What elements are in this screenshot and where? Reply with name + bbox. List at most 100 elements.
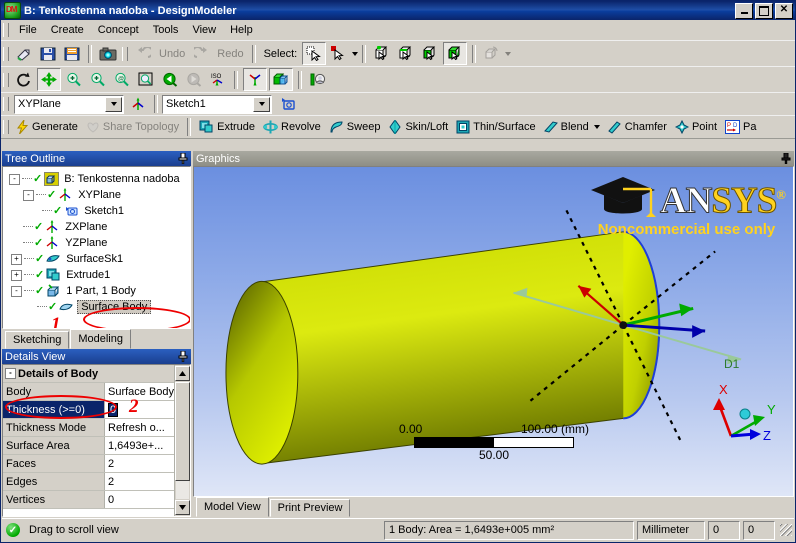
plane-select-chevron-down-icon[interactable] (105, 96, 122, 112)
pin-icon[interactable] (178, 351, 188, 362)
generate-button[interactable]: Generate (12, 117, 82, 137)
previous-view-icon[interactable] (159, 69, 181, 90)
zoom-to-fit-icon[interactable]: @ (111, 69, 133, 90)
resize-grip[interactable] (780, 524, 792, 536)
tree-outline-panel[interactable]: - ✓ B: Tenkostenna nadoba - ✓ XYPlane ✓ … (2, 166, 191, 329)
tree-item-yzplane[interactable]: ✓ YZPlane (7, 235, 188, 251)
zoom-icon[interactable] (63, 69, 85, 90)
save-icon[interactable] (37, 43, 59, 64)
image-capture-icon[interactable] (97, 43, 119, 64)
tree-expander[interactable]: - (9, 173, 20, 185)
sketch-select-chevron-down-icon[interactable] (253, 96, 270, 112)
undo-label[interactable]: Undo (155, 48, 189, 60)
point-button[interactable]: Point (671, 117, 721, 137)
new-icon[interactable] (13, 43, 35, 64)
redo-label[interactable]: Redo (213, 48, 247, 60)
scrollbar-track[interactable] (176, 481, 190, 499)
scroll-up-icon[interactable] (175, 366, 190, 381)
select-faces-icon[interactable] (419, 43, 441, 64)
details-group-row[interactable]: - Details of Body (3, 365, 175, 383)
table-row[interactable]: Edges 2 (3, 473, 175, 491)
box-zoom-icon[interactable] (87, 69, 109, 90)
menu-gripper[interactable] (3, 22, 9, 37)
select-mode-box-icon[interactable] (328, 43, 350, 64)
pin-icon[interactable] (781, 153, 791, 164)
select-bodies-icon[interactable] (443, 42, 468, 65)
redo-icon[interactable] (190, 43, 212, 64)
tree-expander[interactable]: + (11, 253, 22, 265)
tree-item-model[interactable]: - ✓ B: Tenkostenna nadoba (7, 171, 188, 187)
chamfer-button[interactable]: Chamfer (604, 117, 671, 137)
table-row[interactable]: Faces 2 (3, 455, 175, 473)
details-scrollbar[interactable] (174, 365, 190, 516)
details-group-expander[interactable]: - (5, 368, 16, 379)
extend-selection-icon[interactable] (481, 43, 503, 64)
tree-item-sketch1[interactable]: ✓ Sketch1 (7, 203, 188, 219)
sweep-button[interactable]: Sweep (325, 117, 385, 137)
display-model-icon[interactable] (269, 68, 293, 91)
save-as-icon[interactable] (61, 43, 83, 64)
details-value[interactable]: Refresh o... (105, 419, 175, 436)
table-row[interactable]: Vertices 0 (3, 491, 175, 509)
table-row[interactable]: Body Surface Body (3, 383, 175, 401)
magnify-icon[interactable] (135, 69, 157, 90)
tree-expander[interactable]: - (11, 285, 22, 297)
graphics-viewport[interactable]: D1 ANSYS® Noncommercial use only 0.00 10… (193, 166, 794, 497)
details-value[interactable]: 0 (105, 491, 175, 508)
menu-item-file[interactable]: File (12, 22, 44, 38)
tree-item-part-body[interactable]: - ✓ 1 Part, 1 Body (7, 283, 188, 299)
select-mode-dropdown-icon[interactable] (352, 51, 359, 56)
select-edges-icon[interactable] (395, 43, 417, 64)
new-sketch-icon[interactable] (276, 94, 298, 115)
tab-sketching[interactable]: Sketching (5, 331, 70, 349)
skin-loft-button[interactable]: Skin/Loft (384, 117, 452, 137)
sketch-select[interactable]: Sketch1 (162, 94, 272, 114)
new-plane-icon[interactable] (127, 94, 149, 115)
selector-gripper[interactable] (3, 97, 9, 111)
toolbar-gripper-2[interactable] (122, 46, 128, 61)
tree-item-xyplane[interactable]: - ✓ XYPlane (7, 187, 188, 203)
extrude-button[interactable]: Extrude (195, 117, 259, 137)
tree-expander[interactable]: - (23, 189, 34, 201)
tree-item-zxplane[interactable]: ✓ ZXPlane (7, 219, 188, 235)
table-row[interactable]: Thickness Mode Refresh o... (3, 419, 175, 437)
menu-item-concept[interactable]: Concept (91, 22, 146, 38)
toolbar-gripper[interactable] (3, 46, 9, 61)
tab-print-preview[interactable]: Print Preview (269, 499, 351, 517)
revolve-button[interactable]: Revolve (259, 117, 325, 137)
pin-icon[interactable] (178, 153, 188, 164)
plane-select[interactable]: XYPlane (14, 94, 124, 114)
close-button[interactable]: ✕ (775, 2, 793, 19)
tab-modeling[interactable]: Modeling (70, 329, 131, 349)
scroll-down-icon[interactable] (175, 500, 190, 515)
details-value[interactable]: Surface Body (105, 383, 175, 400)
menu-item-view[interactable]: View (185, 22, 223, 38)
table-row[interactable]: Thickness (>=0) 0 (3, 401, 175, 419)
pan-icon[interactable] (37, 68, 61, 91)
axis-triad[interactable]: X Y Z (697, 382, 787, 444)
tab-model-view[interactable]: Model View (196, 497, 269, 517)
next-view-icon[interactable] (183, 69, 205, 90)
blend-chevron-down-icon[interactable] (593, 125, 600, 129)
maximize-button[interactable] (755, 2, 773, 19)
details-value[interactable]: 0 (105, 401, 175, 418)
tree-item-surface-body[interactable]: ✓ Surface Body (7, 299, 188, 315)
tree-item-extrude1[interactable]: + ✓ Extrude1 (7, 267, 188, 283)
menu-item-create[interactable]: Create (44, 22, 91, 38)
minimize-button[interactable] (735, 2, 753, 19)
details-value[interactable]: 2 (105, 455, 175, 472)
details-table[interactable]: - Details of Body Body Surface Body Thic… (2, 364, 191, 517)
share-topology-button[interactable]: Share Topology (82, 117, 183, 137)
blend-button[interactable]: Blend (540, 117, 604, 137)
extend-selection-dropdown-icon[interactable] (505, 51, 512, 56)
details-value[interactable]: 1,6493e+... (105, 437, 175, 454)
thin-surface-button[interactable]: Thin/Surface (452, 117, 539, 137)
thickness-input[interactable]: 0 (108, 402, 119, 417)
table-row[interactable]: Surface Area 1,6493e+... (3, 437, 175, 455)
scrollbar-thumb[interactable] (175, 382, 190, 481)
view-toolbar-gripper[interactable] (3, 72, 9, 87)
select-mode-single-icon[interactable] (302, 42, 327, 65)
tree-item-surfacesk1[interactable]: + ✓ SurfaceSk1 (7, 251, 188, 267)
undo-icon[interactable] (132, 43, 154, 64)
parameters-button[interactable]: PD Pa (721, 117, 760, 137)
